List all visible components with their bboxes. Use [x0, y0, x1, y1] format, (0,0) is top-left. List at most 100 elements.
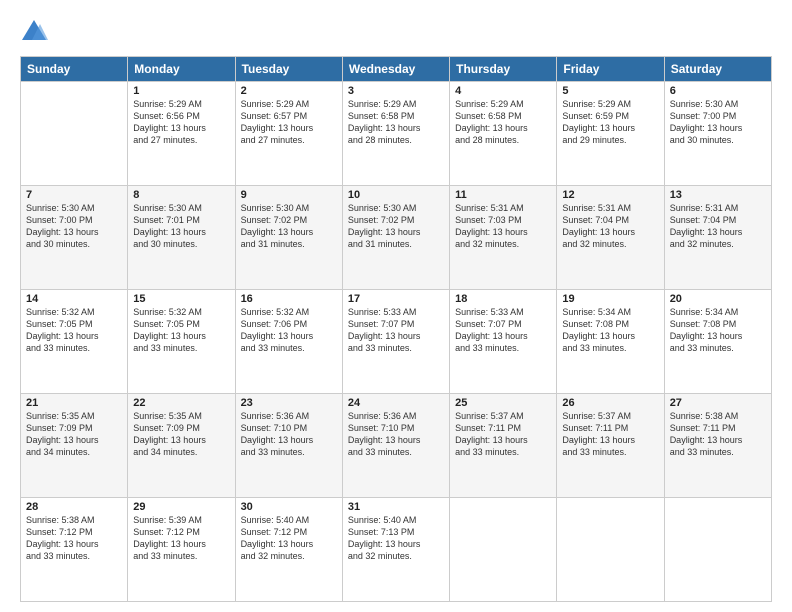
calendar-cell: 15Sunrise: 5:32 AM Sunset: 7:05 PM Dayli…: [128, 290, 235, 394]
day-number: 18: [455, 293, 551, 305]
day-info: Sunrise: 5:36 AM Sunset: 7:10 PM Dayligh…: [241, 410, 337, 459]
day-info: Sunrise: 5:40 AM Sunset: 7:13 PM Dayligh…: [348, 514, 444, 563]
day-number: 29: [133, 501, 229, 513]
calendar-cell: 22Sunrise: 5:35 AM Sunset: 7:09 PM Dayli…: [128, 394, 235, 498]
calendar-cell: 30Sunrise: 5:40 AM Sunset: 7:12 PM Dayli…: [235, 498, 342, 602]
day-number: 24: [348, 397, 444, 409]
week-row-2: 7Sunrise: 5:30 AM Sunset: 7:00 PM Daylig…: [21, 186, 772, 290]
weekday-header-tuesday: Tuesday: [235, 57, 342, 82]
day-info: Sunrise: 5:36 AM Sunset: 7:10 PM Dayligh…: [348, 410, 444, 459]
logo-icon: [20, 18, 48, 46]
calendar-cell: 6Sunrise: 5:30 AM Sunset: 7:00 PM Daylig…: [664, 82, 771, 186]
day-number: 6: [670, 85, 766, 97]
day-number: 9: [241, 189, 337, 201]
calendar-cell: 23Sunrise: 5:36 AM Sunset: 7:10 PM Dayli…: [235, 394, 342, 498]
header: [20, 18, 772, 46]
week-row-5: 28Sunrise: 5:38 AM Sunset: 7:12 PM Dayli…: [21, 498, 772, 602]
week-row-4: 21Sunrise: 5:35 AM Sunset: 7:09 PM Dayli…: [21, 394, 772, 498]
day-info: Sunrise: 5:40 AM Sunset: 7:12 PM Dayligh…: [241, 514, 337, 563]
calendar-cell: 17Sunrise: 5:33 AM Sunset: 7:07 PM Dayli…: [342, 290, 449, 394]
day-info: Sunrise: 5:33 AM Sunset: 7:07 PM Dayligh…: [348, 306, 444, 355]
calendar-cell: 8Sunrise: 5:30 AM Sunset: 7:01 PM Daylig…: [128, 186, 235, 290]
calendar-cell: 14Sunrise: 5:32 AM Sunset: 7:05 PM Dayli…: [21, 290, 128, 394]
day-info: Sunrise: 5:35 AM Sunset: 7:09 PM Dayligh…: [26, 410, 122, 459]
day-info: Sunrise: 5:34 AM Sunset: 7:08 PM Dayligh…: [670, 306, 766, 355]
day-number: 22: [133, 397, 229, 409]
day-info: Sunrise: 5:32 AM Sunset: 7:05 PM Dayligh…: [26, 306, 122, 355]
day-number: 30: [241, 501, 337, 513]
day-number: 7: [26, 189, 122, 201]
day-number: 16: [241, 293, 337, 305]
day-info: Sunrise: 5:30 AM Sunset: 7:00 PM Dayligh…: [670, 98, 766, 147]
day-info: Sunrise: 5:37 AM Sunset: 7:11 PM Dayligh…: [562, 410, 658, 459]
calendar-cell: 5Sunrise: 5:29 AM Sunset: 6:59 PM Daylig…: [557, 82, 664, 186]
calendar-cell: [557, 498, 664, 602]
day-info: Sunrise: 5:38 AM Sunset: 7:11 PM Dayligh…: [670, 410, 766, 459]
day-info: Sunrise: 5:30 AM Sunset: 7:02 PM Dayligh…: [241, 202, 337, 251]
day-number: 21: [26, 397, 122, 409]
weekday-header-wednesday: Wednesday: [342, 57, 449, 82]
day-number: 15: [133, 293, 229, 305]
day-number: 3: [348, 85, 444, 97]
weekday-header-friday: Friday: [557, 57, 664, 82]
weekday-header-thursday: Thursday: [450, 57, 557, 82]
day-info: Sunrise: 5:33 AM Sunset: 7:07 PM Dayligh…: [455, 306, 551, 355]
calendar: SundayMondayTuesdayWednesdayThursdayFrid…: [20, 56, 772, 602]
day-number: 1: [133, 85, 229, 97]
calendar-cell: [21, 82, 128, 186]
calendar-cell: 29Sunrise: 5:39 AM Sunset: 7:12 PM Dayli…: [128, 498, 235, 602]
weekday-header-sunday: Sunday: [21, 57, 128, 82]
day-info: Sunrise: 5:31 AM Sunset: 7:04 PM Dayligh…: [562, 202, 658, 251]
page: SundayMondayTuesdayWednesdayThursdayFrid…: [0, 0, 792, 612]
calendar-cell: 18Sunrise: 5:33 AM Sunset: 7:07 PM Dayli…: [450, 290, 557, 394]
day-info: Sunrise: 5:31 AM Sunset: 7:04 PM Dayligh…: [670, 202, 766, 251]
calendar-cell: 24Sunrise: 5:36 AM Sunset: 7:10 PM Dayli…: [342, 394, 449, 498]
calendar-cell: 11Sunrise: 5:31 AM Sunset: 7:03 PM Dayli…: [450, 186, 557, 290]
day-info: Sunrise: 5:29 AM Sunset: 6:58 PM Dayligh…: [348, 98, 444, 147]
calendar-cell: 9Sunrise: 5:30 AM Sunset: 7:02 PM Daylig…: [235, 186, 342, 290]
calendar-cell: 7Sunrise: 5:30 AM Sunset: 7:00 PM Daylig…: [21, 186, 128, 290]
day-info: Sunrise: 5:30 AM Sunset: 7:02 PM Dayligh…: [348, 202, 444, 251]
day-info: Sunrise: 5:38 AM Sunset: 7:12 PM Dayligh…: [26, 514, 122, 563]
calendar-cell: [450, 498, 557, 602]
calendar-cell: 13Sunrise: 5:31 AM Sunset: 7:04 PM Dayli…: [664, 186, 771, 290]
calendar-cell: 20Sunrise: 5:34 AM Sunset: 7:08 PM Dayli…: [664, 290, 771, 394]
day-info: Sunrise: 5:30 AM Sunset: 7:00 PM Dayligh…: [26, 202, 122, 251]
day-number: 17: [348, 293, 444, 305]
calendar-cell: 4Sunrise: 5:29 AM Sunset: 6:58 PM Daylig…: [450, 82, 557, 186]
calendar-cell: 16Sunrise: 5:32 AM Sunset: 7:06 PM Dayli…: [235, 290, 342, 394]
day-number: 26: [562, 397, 658, 409]
calendar-cell: 2Sunrise: 5:29 AM Sunset: 6:57 PM Daylig…: [235, 82, 342, 186]
calendar-cell: [664, 498, 771, 602]
day-info: Sunrise: 5:29 AM Sunset: 6:58 PM Dayligh…: [455, 98, 551, 147]
day-info: Sunrise: 5:30 AM Sunset: 7:01 PM Dayligh…: [133, 202, 229, 251]
day-number: 8: [133, 189, 229, 201]
day-number: 5: [562, 85, 658, 97]
calendar-cell: 3Sunrise: 5:29 AM Sunset: 6:58 PM Daylig…: [342, 82, 449, 186]
day-number: 13: [670, 189, 766, 201]
day-number: 23: [241, 397, 337, 409]
day-info: Sunrise: 5:29 AM Sunset: 6:57 PM Dayligh…: [241, 98, 337, 147]
day-number: 11: [455, 189, 551, 201]
day-number: 27: [670, 397, 766, 409]
calendar-cell: 10Sunrise: 5:30 AM Sunset: 7:02 PM Dayli…: [342, 186, 449, 290]
week-row-3: 14Sunrise: 5:32 AM Sunset: 7:05 PM Dayli…: [21, 290, 772, 394]
day-number: 2: [241, 85, 337, 97]
calendar-cell: 12Sunrise: 5:31 AM Sunset: 7:04 PM Dayli…: [557, 186, 664, 290]
logo: [20, 18, 52, 46]
calendar-cell: 31Sunrise: 5:40 AM Sunset: 7:13 PM Dayli…: [342, 498, 449, 602]
day-number: 25: [455, 397, 551, 409]
day-info: Sunrise: 5:31 AM Sunset: 7:03 PM Dayligh…: [455, 202, 551, 251]
weekday-header-row: SundayMondayTuesdayWednesdayThursdayFrid…: [21, 57, 772, 82]
calendar-cell: 21Sunrise: 5:35 AM Sunset: 7:09 PM Dayli…: [21, 394, 128, 498]
day-number: 12: [562, 189, 658, 201]
calendar-cell: 28Sunrise: 5:38 AM Sunset: 7:12 PM Dayli…: [21, 498, 128, 602]
day-info: Sunrise: 5:32 AM Sunset: 7:06 PM Dayligh…: [241, 306, 337, 355]
week-row-1: 1Sunrise: 5:29 AM Sunset: 6:56 PM Daylig…: [21, 82, 772, 186]
calendar-cell: 26Sunrise: 5:37 AM Sunset: 7:11 PM Dayli…: [557, 394, 664, 498]
day-number: 19: [562, 293, 658, 305]
day-number: 10: [348, 189, 444, 201]
weekday-header-monday: Monday: [128, 57, 235, 82]
day-number: 14: [26, 293, 122, 305]
day-info: Sunrise: 5:29 AM Sunset: 6:59 PM Dayligh…: [562, 98, 658, 147]
